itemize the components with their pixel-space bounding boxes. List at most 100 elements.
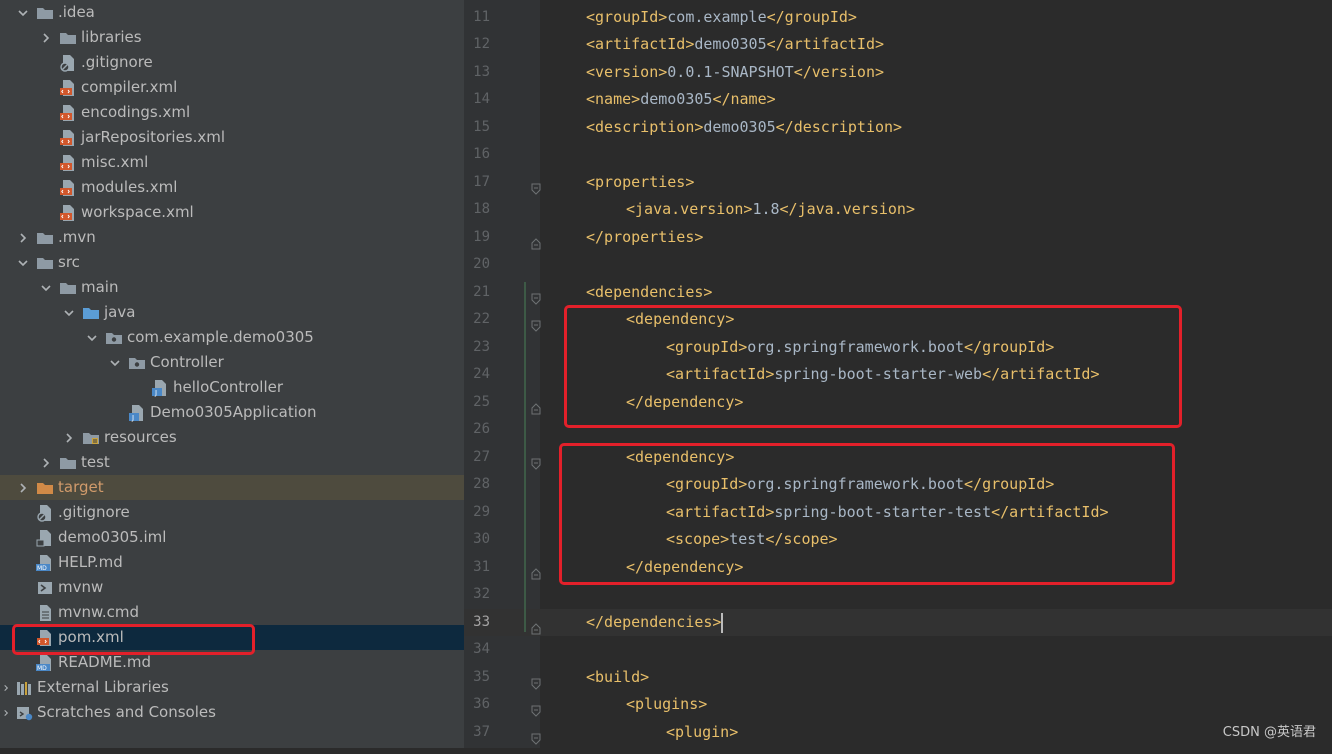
tree-item-modules-xml[interactable]: modules.xml [0, 175, 464, 200]
tree-item-label: com.example.demo0305 [127, 328, 314, 346]
code-line[interactable]: 37 <plugin> [464, 719, 1332, 747]
chevron-down-icon[interactable] [84, 330, 100, 346]
tree-item-scratches-and-consoles[interactable]: Scratches and Consoles [0, 700, 464, 725]
chevron-right-icon[interactable] [61, 430, 77, 446]
tree-item-java[interactable]: java [0, 300, 464, 325]
code-line[interactable]: 15 <description>demo0305</description> [464, 114, 1332, 142]
code-line[interactable]: 30 <scope>test</scope> [464, 526, 1332, 554]
scratches-icon [15, 704, 33, 722]
tree-item-misc-xml[interactable]: misc.xml [0, 150, 464, 175]
tree-item-mvnw-cmd[interactable]: mvnw.cmd [0, 600, 464, 625]
tree-item-demo0305application[interactable]: J Demo0305Application [0, 400, 464, 425]
tree-item-pom-xml[interactable]: pom.xml [0, 625, 464, 650]
chevron-right-icon[interactable] [15, 230, 31, 246]
tree-item-external-libraries[interactable]: External Libraries [0, 675, 464, 700]
chevron-down-icon[interactable] [61, 305, 77, 321]
ignore-file-icon [59, 54, 77, 72]
xml-tag: </artifactId> [982, 365, 1100, 383]
tree-item-mvnw[interactable]: mvnw [0, 575, 464, 600]
code-line[interactable]: 22 <dependency> [464, 306, 1332, 334]
tree-item-gitignore[interactable]: .gitignore [0, 50, 464, 75]
fold-close-icon[interactable] [530, 397, 542, 414]
code-line[interactable]: 16 [464, 141, 1332, 169]
chevron-down-icon[interactable] [38, 280, 54, 296]
code-line[interactable]: 32 [464, 581, 1332, 609]
tree-item-src[interactable]: src [0, 250, 464, 275]
code-line[interactable]: 35 <build> [464, 664, 1332, 692]
tree-item-main[interactable]: main [0, 275, 464, 300]
code-line[interactable]: 28 <groupId>org.springframework.boot</gro… [464, 471, 1332, 499]
fold-open-icon[interactable] [530, 672, 542, 690]
code-line[interactable]: 18 <java.version>1.8</java.version> [464, 196, 1332, 224]
xml-text: spring-boot-starter-test [774, 502, 992, 521]
code-line[interactable]: 19 </properties> [464, 224, 1332, 252]
tree-item-resources[interactable]: resources [0, 425, 464, 450]
code-line[interactable]: 17 <properties> [464, 169, 1332, 197]
xml-file-icon [59, 204, 77, 222]
chevron-down-icon[interactable] [107, 355, 123, 371]
svg-text:J: J [154, 389, 157, 397]
fold-open-icon[interactable] [530, 177, 542, 195]
code-text: <build> [586, 664, 649, 692]
code-line[interactable]: 14 <name>demo0305</name> [464, 86, 1332, 114]
tree-item-hellocontroller[interactable]: JhelloController [0, 375, 464, 400]
tree-item-target[interactable]: target [0, 475, 464, 500]
code-line[interactable]: 26 [464, 416, 1332, 444]
tree-item-libraries[interactable]: libraries [0, 25, 464, 50]
fold-open-icon[interactable] [530, 699, 542, 717]
chevron-right-icon[interactable] [2, 680, 10, 696]
code-line[interactable]: 24 <artifactId>spring-boot-starter-web</a… [464, 361, 1332, 389]
code-line[interactable]: 25 </dependency> [464, 389, 1332, 417]
code-line[interactable]: 31 </dependency> [464, 554, 1332, 582]
chevron-right-icon[interactable] [38, 455, 54, 471]
fold-close-icon[interactable] [530, 232, 542, 249]
chevron-right-icon[interactable] [2, 705, 10, 721]
tree-item-encodings-xml[interactable]: encodings.xml [0, 100, 464, 125]
tree-item-label: main [81, 278, 119, 296]
code-text: </dependency> [626, 389, 743, 417]
line-number: 16 [473, 146, 490, 162]
code-line[interactable]: 29 <artifactId>spring-boot-starter-test</… [464, 499, 1332, 527]
tree-item-help-md[interactable]: MD HELP.md [0, 550, 464, 575]
code-line[interactable]: 33 </dependencies> [464, 608, 1332, 636]
code-editor[interactable]: 11 <groupId>com.example</groupId> 12 <artif… [464, 0, 1332, 748]
fold-open-icon[interactable] [530, 314, 542, 332]
code-line[interactable]: 36 <plugins> [464, 691, 1332, 719]
chevron-right-icon[interactable] [15, 480, 31, 496]
chevron-right-icon[interactable] [38, 30, 54, 46]
tree-item-test[interactable]: test [0, 450, 464, 475]
code-line[interactable]: 21 <dependencies> [464, 279, 1332, 307]
fold-close-icon[interactable] [530, 562, 542, 579]
tree-item-compiler-xml[interactable]: compiler.xml [0, 75, 464, 100]
fold-close-icon[interactable] [530, 617, 542, 634]
tree-item-jarrepositories-xml[interactable]: jarRepositories.xml [0, 125, 464, 150]
chevron-down-icon[interactable] [15, 255, 31, 271]
tree-item-idea[interactable]: .idea [0, 0, 464, 25]
fold-open-icon[interactable] [530, 452, 542, 470]
code-line[interactable]: 12 <artifactId>demo0305</artifactId> [464, 31, 1332, 59]
fold-open-icon[interactable] [530, 727, 542, 745]
tree-item-com-example-demo0305[interactable]: com.example.demo0305 [0, 325, 464, 350]
tree-item-gitignore[interactable]: .gitignore [0, 500, 464, 525]
code-line[interactable]: 27 <dependency> [464, 444, 1332, 472]
markdown-file-icon: MD [36, 654, 54, 672]
tree-item-demo0305-iml[interactable]: demo0305.iml [0, 525, 464, 550]
code-line[interactable]: 20 [464, 251, 1332, 279]
code-text: <artifactId>demo0305</artifactId> [586, 31, 884, 59]
code-line[interactable]: 11 <groupId>com.example</groupId> [464, 4, 1332, 32]
code-line[interactable]: 34 [464, 636, 1332, 664]
code-line[interactable]: 23 <groupId>org.springframework.boot</gro… [464, 334, 1332, 362]
fold-open-icon[interactable] [530, 287, 542, 305]
chevron-down-icon[interactable] [15, 5, 31, 21]
xml-tag: </artifactId> [766, 35, 885, 53]
java-class-icon: J [128, 404, 146, 422]
tree-item-controller[interactable]: Controller [0, 350, 464, 375]
code-line[interactable]: 13 <version>0.0.1-SNAPSHOT</version> [464, 59, 1332, 87]
tree-item-readme-md[interactable]: MD README.md [0, 650, 464, 675]
folder-icon [59, 29, 77, 47]
code-text: <artifactId>spring-boot-starter-test</ar… [666, 499, 1109, 527]
tree-item-workspace-xml[interactable]: workspace.xml [0, 200, 464, 225]
tree-item-mvn[interactable]: .mvn [0, 225, 464, 250]
xml-tag: <dependency> [626, 310, 735, 328]
